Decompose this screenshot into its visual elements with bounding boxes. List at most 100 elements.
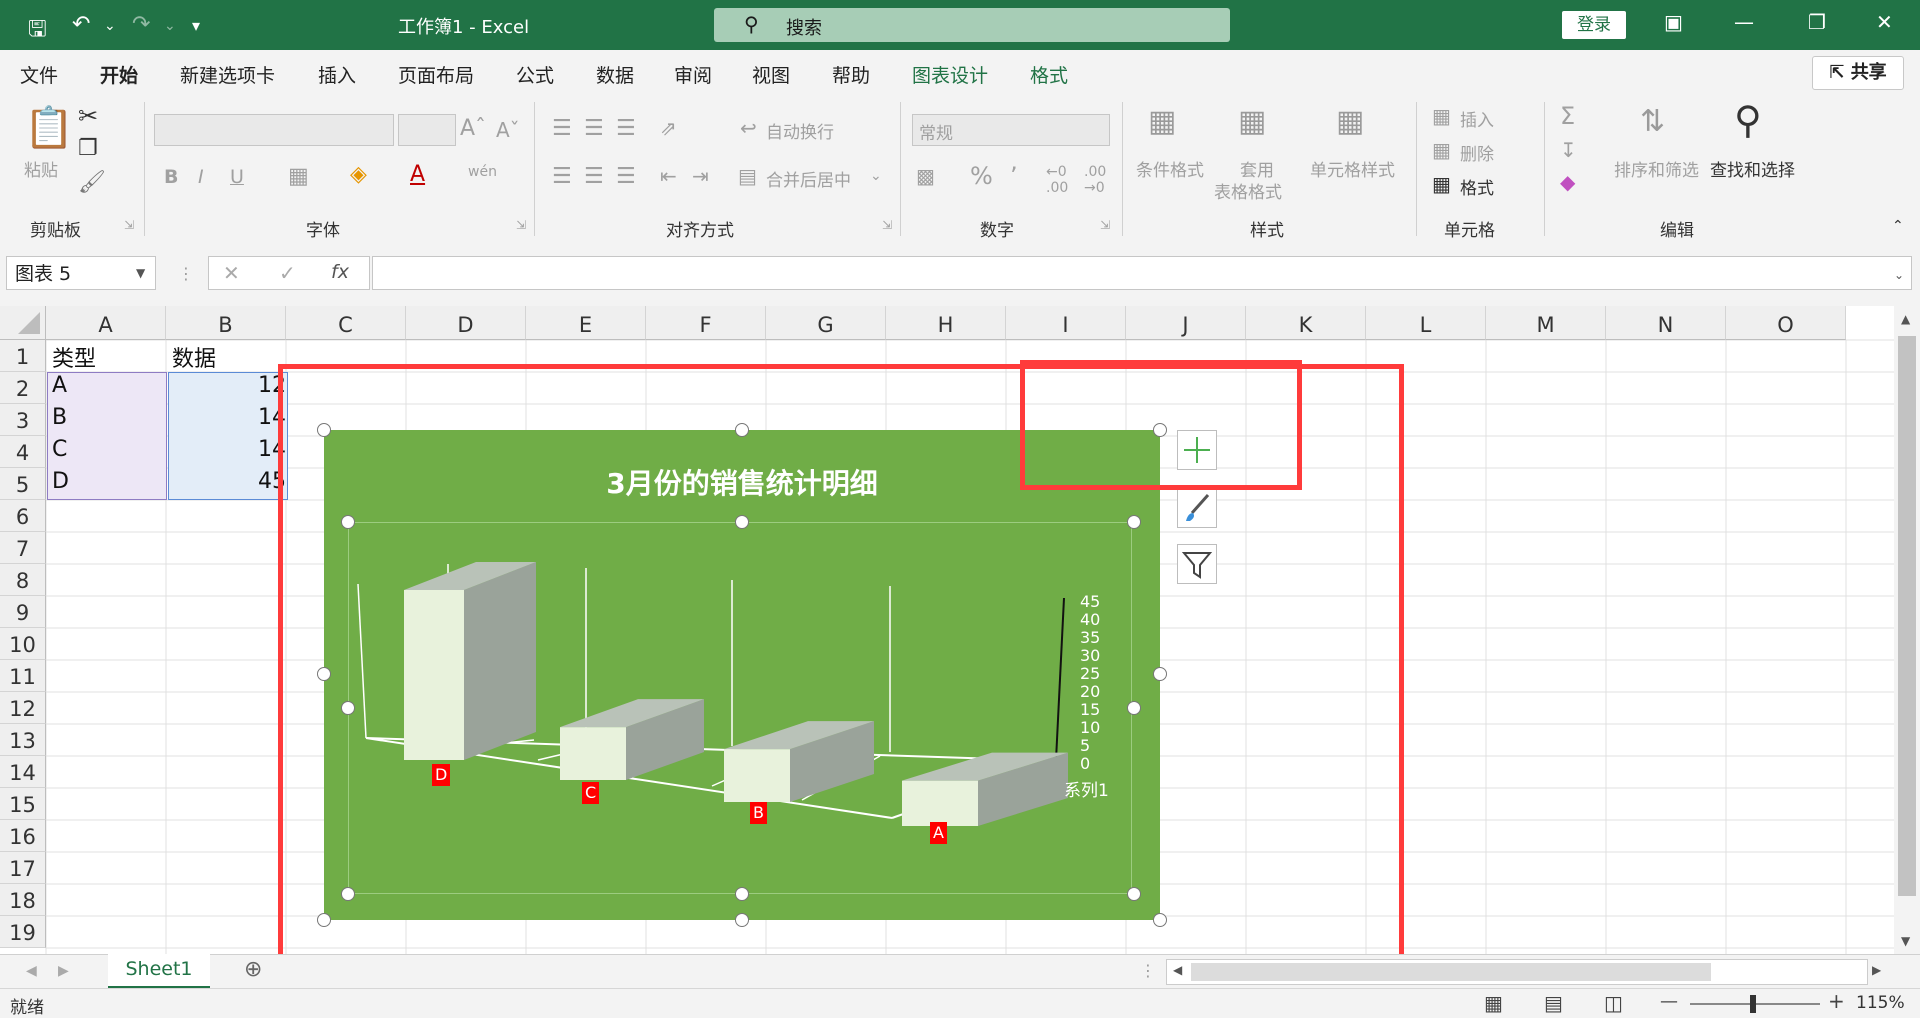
align-bottom-icon[interactable]: ☰ <box>616 116 636 141</box>
number-format-dropdown[interactable]: 常规 <box>912 114 1110 146</box>
column-header-l[interactable]: L <box>1366 306 1486 340</box>
tab-help[interactable]: 帮助 <box>832 61 870 88</box>
expand-formula-icon[interactable]: ⌄ <box>1894 268 1904 282</box>
format-painter-icon[interactable]: 🖌 <box>78 170 106 195</box>
column-header-o[interactable]: O <box>1726 306 1846 340</box>
zoom-slider-thumb[interactable] <box>1750 995 1756 1013</box>
column-header-a[interactable]: A <box>46 306 166 340</box>
row-header-8[interactable]: 8 <box>0 564 46 596</box>
scroll-right-icon[interactable]: ▶ <box>1872 963 1881 977</box>
row-header-1[interactable]: 1 <box>0 340 46 372</box>
fill-icon[interactable]: ↧ <box>1560 138 1577 162</box>
share-button[interactable]: ⇱ 共享 <box>1812 56 1904 90</box>
enter-icon[interactable]: ✓ <box>279 261 296 285</box>
cell-styles-icon[interactable]: ▦ <box>1336 104 1364 139</box>
clear-icon[interactable]: ◆ <box>1560 170 1575 194</box>
vertical-scrollbar[interactable]: ▲ ▼ <box>1894 306 1920 954</box>
column-header-n[interactable]: N <box>1606 306 1726 340</box>
format-table-icon[interactable]: ▦ <box>1238 104 1266 139</box>
find-select-label[interactable]: 查找和选择 <box>1710 156 1795 181</box>
alignment-launcher-icon[interactable]: ⇲ <box>882 218 892 232</box>
row-header-6[interactable]: 6 <box>0 500 46 532</box>
tab-new-tab[interactable]: 新建选项卡 <box>180 61 275 88</box>
wrap-text-label[interactable]: 自动换行 <box>766 118 834 143</box>
conditional-format-label[interactable]: 条件格式 <box>1136 156 1204 181</box>
format-cells-icon[interactable]: ▦ <box>1432 172 1451 196</box>
row-header-12[interactable]: 12 <box>0 692 46 724</box>
splitter-icon[interactable]: ⋮ <box>1140 961 1156 980</box>
insert-function-icon[interactable]: fx <box>331 261 349 283</box>
paste-label[interactable]: 粘贴 <box>24 156 58 181</box>
add-sheet-icon[interactable]: ⊕ <box>244 957 262 982</box>
row-header-18[interactable]: 18 <box>0 884 46 916</box>
number-launcher-icon[interactable]: ⇲ <box>1100 218 1110 232</box>
delete-cells-icon[interactable]: ▦ <box>1432 138 1451 162</box>
align-right-icon[interactable]: ☰ <box>616 164 636 189</box>
page-break-view-icon[interactable]: ◫ <box>1604 991 1623 1015</box>
tab-view[interactable]: 视图 <box>752 61 790 88</box>
paste-icon[interactable]: 📋 <box>24 104 74 151</box>
decrease-indent-icon[interactable]: ⇤ <box>660 164 677 188</box>
zoom-in-icon[interactable]: + <box>1828 989 1845 1013</box>
insert-cells-label[interactable]: 插入 <box>1460 106 1494 131</box>
tab-home[interactable]: 开始 <box>100 61 139 97</box>
row-header-10[interactable]: 10 <box>0 628 46 660</box>
search-box[interactable]: ⚲ 搜索 <box>714 8 1230 42</box>
clipboard-launcher-icon[interactable]: ⇲ <box>124 218 134 232</box>
row-header-2[interactable]: 2 <box>0 372 46 404</box>
delete-cells-label[interactable]: 删除 <box>1460 140 1494 165</box>
undo-dropdown-icon[interactable]: ⌄ <box>104 18 116 34</box>
column-header-i[interactable]: I <box>1006 306 1126 340</box>
name-box-dropdown-icon[interactable]: ▼ <box>136 266 145 280</box>
column-header-e[interactable]: E <box>526 306 646 340</box>
restore-icon[interactable]: ❐ <box>1808 10 1826 34</box>
autosum-icon[interactable]: Σ <box>1560 102 1575 130</box>
orientation-icon[interactable]: ⇗ <box>660 116 677 140</box>
zoom-out-icon[interactable]: — <box>1660 991 1678 1012</box>
accounting-format-icon[interactable]: ▩ <box>916 164 935 188</box>
tab-format[interactable]: 格式 <box>1030 61 1068 88</box>
select-all-corner[interactable] <box>0 306 46 340</box>
align-center-icon[interactable]: ☰ <box>584 164 604 189</box>
row-header-13[interactable]: 13 <box>0 724 46 756</box>
customize-toolbar-icon[interactable]: ▾ <box>192 16 200 35</box>
formula-input[interactable] <box>372 256 1912 290</box>
column-header-g[interactable]: G <box>766 306 886 340</box>
tab-review[interactable]: 审阅 <box>674 61 712 88</box>
cell-a3[interactable]: B <box>52 402 67 434</box>
row-header-14[interactable]: 14 <box>0 756 46 788</box>
wrap-text-icon[interactable]: ↩ <box>740 116 757 140</box>
bold-button[interactable]: B <box>164 166 178 188</box>
merge-center-label[interactable]: 合并后居中 <box>766 166 851 191</box>
more-icon[interactable]: ⋮ <box>178 264 194 283</box>
minimize-icon[interactable]: — <box>1734 10 1754 34</box>
underline-button[interactable]: U <box>230 166 244 188</box>
font-name-dropdown[interactable] <box>154 114 394 146</box>
decrease-decimal-icon[interactable]: .00 →0 <box>1084 164 1106 196</box>
decrease-font-icon[interactable]: Aˇ <box>496 118 520 142</box>
column-header-k[interactable]: K <box>1246 306 1366 340</box>
merge-center-icon[interactable]: ▤ <box>738 164 757 188</box>
font-color-icon[interactable]: A <box>410 162 425 187</box>
horizontal-scrollbar[interactable]: ◀ <box>1166 959 1868 985</box>
row-header-9[interactable]: 9 <box>0 596 46 628</box>
copy-icon[interactable]: ❐ <box>78 136 98 161</box>
merge-dropdown-icon[interactable]: ⌄ <box>870 168 882 184</box>
tab-data[interactable]: 数据 <box>596 61 634 88</box>
normal-view-icon[interactable]: ▦ <box>1484 991 1503 1015</box>
save-icon[interactable]: 🖫 <box>28 12 47 50</box>
scroll-down-icon[interactable]: ▼ <box>1901 934 1910 948</box>
borders-icon[interactable]: ▦ <box>288 164 309 189</box>
font-size-dropdown[interactable] <box>398 114 456 146</box>
name-box[interactable]: 图表 5 <box>6 256 156 290</box>
column-header-b[interactable]: B <box>166 306 286 340</box>
column-header-h[interactable]: H <box>886 306 1006 340</box>
align-top-icon[interactable]: ☰ <box>552 116 572 141</box>
collapse-ribbon-icon[interactable]: ⌃ <box>1892 218 1904 234</box>
next-sheet-icon[interactable]: ▶ <box>58 963 69 979</box>
tab-insert[interactable]: 插入 <box>318 61 356 88</box>
column-header-m[interactable]: M <box>1486 306 1606 340</box>
row-header-17[interactable]: 17 <box>0 852 46 884</box>
ribbon-display-icon[interactable]: ▣ <box>1664 10 1683 34</box>
format-table-label-2[interactable]: 表格格式 <box>1214 178 1282 203</box>
